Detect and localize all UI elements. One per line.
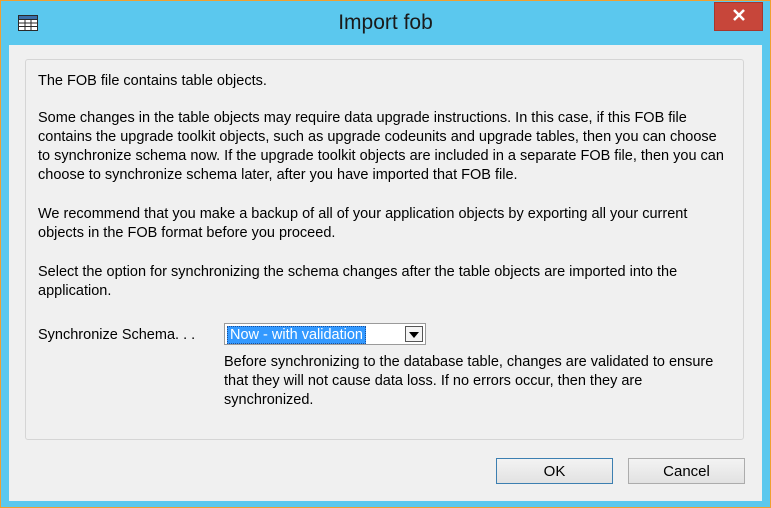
window-title: Import fob	[338, 11, 433, 34]
close-x-icon	[732, 8, 746, 26]
synchronize-schema-label: Synchronize Schema. . .	[38, 327, 196, 343]
dropdown-arrow-button[interactable]	[405, 326, 423, 342]
ok-button[interactable]: OK	[496, 458, 613, 484]
sync-option-description: Before synchronizing to the database tab…	[224, 354, 714, 408]
backup-recommendation-text: We recommend that you make a backup of a…	[38, 206, 688, 241]
cancel-button[interactable]: Cancel	[628, 458, 745, 484]
content-panel: The FOB file contains table objects. Som…	[25, 59, 744, 440]
upgrade-info-text: Some changes in the table objects may re…	[38, 110, 724, 183]
dropdown-selected-value: Now - with validation	[227, 326, 366, 344]
dialog-body: The FOB file contains table objects. Som…	[9, 45, 762, 501]
title-bar[interactable]: Import fob	[1, 1, 770, 45]
close-button[interactable]	[714, 2, 763, 31]
sync-instruction-text: Select the option for synchronizing the …	[38, 264, 678, 299]
intro-text: The FOB file contains table objects.	[38, 73, 267, 89]
import-fob-dialog: Import fob The FOB file contains table o…	[0, 0, 771, 508]
synchronize-schema-dropdown[interactable]: Now - with validation	[224, 323, 426, 345]
chevron-down-icon	[409, 325, 419, 343]
